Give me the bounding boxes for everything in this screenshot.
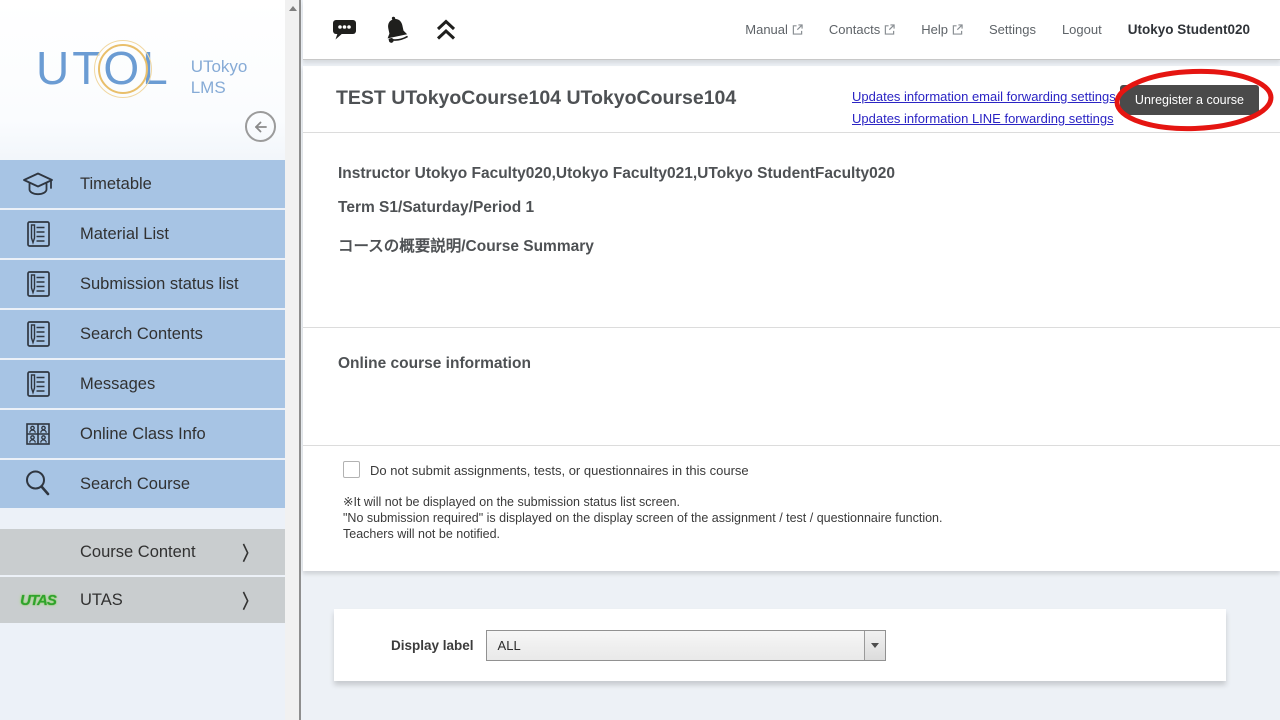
clipboard-icon bbox=[21, 269, 55, 299]
instructor-line: Instructor Utokyo Faculty020,Utokyo Facu… bbox=[338, 164, 1280, 183]
note-line: ※It will not be displayed on the submiss… bbox=[343, 494, 1280, 510]
sidebar-item-label: Submission status list bbox=[80, 275, 239, 294]
graduation-cap-icon bbox=[21, 169, 55, 199]
note-line: "No submission required" is displayed on… bbox=[343, 510, 1280, 526]
notifications-bell-button[interactable] bbox=[381, 15, 411, 45]
optout-notes: ※It will not be displayed on the submiss… bbox=[343, 494, 1280, 542]
forwarding-links: Updates information email forwarding set… bbox=[852, 89, 1116, 126]
external-link-icon bbox=[884, 24, 895, 35]
course-header-section: TEST UTokyoCourse104 UTokyoCourse104 Upd… bbox=[303, 66, 1280, 133]
sidebar-item-course-content[interactable]: Course Content 〉 bbox=[0, 529, 285, 575]
term-line: Term S1/Saturday/Period 1 bbox=[338, 198, 1280, 217]
sidebar-item-online-class-info[interactable]: Online Class Info bbox=[0, 410, 285, 458]
current-user-name: Utokyo Student020 bbox=[1128, 22, 1250, 37]
dropdown-arrow-button[interactable] bbox=[864, 631, 885, 660]
line-forwarding-settings-link[interactable]: Updates information LINE forwarding sett… bbox=[852, 111, 1116, 126]
main-area: Manual Contacts Help Settings Logout Uto… bbox=[303, 0, 1280, 720]
sidebar-item-timetable[interactable]: Timetable bbox=[0, 160, 285, 208]
sidebar-item-submission-status-list[interactable]: Submission status list bbox=[0, 260, 285, 308]
chevron-right-icon: 〉 bbox=[242, 587, 256, 614]
collapse-header-button[interactable] bbox=[434, 17, 458, 43]
display-label-select[interactable]: ALL bbox=[486, 630, 886, 661]
sidebar-item-label: Material List bbox=[80, 225, 169, 244]
content-area: TEST UTokyoCourse104 UTokyoCourse104 Upd… bbox=[303, 66, 1280, 681]
bell-icon bbox=[378, 12, 414, 48]
sidebar-item-messages[interactable]: Messages bbox=[0, 360, 285, 408]
sidebar-collapse-button[interactable] bbox=[245, 111, 276, 142]
sidebar-item-utas[interactable]: UTAS UTAS 〉 bbox=[0, 577, 285, 623]
sidebar-item-search-contents[interactable]: Search Contents bbox=[0, 310, 285, 358]
top-bar: Manual Contacts Help Settings Logout Uto… bbox=[303, 0, 1280, 60]
nav-manual[interactable]: Manual bbox=[745, 22, 803, 37]
sidebar-scrollbar[interactable] bbox=[285, 0, 301, 720]
display-label-card: Display label ALL bbox=[334, 609, 1226, 681]
note-line: Teachers will not be notified. bbox=[343, 526, 1280, 542]
sidebar-item-label: Search Contents bbox=[80, 325, 203, 344]
utol-logo-subtitle: UTokyo LMS bbox=[191, 44, 248, 98]
double-chevron-up-icon bbox=[434, 17, 458, 43]
online-class-icon bbox=[21, 419, 55, 449]
selected-value: ALL bbox=[487, 638, 521, 653]
sidebar-divider-gap bbox=[0, 510, 285, 529]
unregister-course-button[interactable]: Unregister a course bbox=[1120, 85, 1259, 115]
submission-optout-section: Do not submit assignments, tests, or que… bbox=[303, 446, 1280, 571]
sidebar-item-label: Timetable bbox=[80, 175, 152, 194]
utol-logo: UTOL UTokyo LMS bbox=[36, 44, 247, 98]
sidebar-item-search-course[interactable]: Search Course bbox=[0, 460, 285, 508]
sidebar-item-label: UTAS bbox=[80, 591, 123, 610]
online-course-info-section: Online course information bbox=[303, 328, 1280, 446]
display-label-text: Display label bbox=[391, 638, 474, 653]
chat-bubble-icon bbox=[331, 17, 358, 42]
do-not-submit-checkbox[interactable] bbox=[343, 461, 360, 478]
external-link-icon bbox=[792, 24, 803, 35]
course-summary-heading: コースの概要説明/Course Summary bbox=[338, 237, 1280, 256]
clipboard-icon bbox=[21, 369, 55, 399]
arrow-left-icon bbox=[252, 118, 270, 136]
do-not-submit-label: Do not submit assignments, tests, or que… bbox=[370, 461, 749, 478]
sidebar-item-label: Online Class Info bbox=[80, 425, 206, 444]
clipboard-icon bbox=[21, 219, 55, 249]
nav-contacts[interactable]: Contacts bbox=[829, 22, 895, 37]
utol-logo-text: UTOL bbox=[36, 44, 171, 92]
sidebar-menu: Timetable Material List Submission sta bbox=[0, 160, 285, 625]
sidebar-item-label: Search Course bbox=[80, 475, 190, 494]
course-title: TEST UTokyoCourse104 UTokyoCourse104 bbox=[336, 87, 736, 110]
sidebar-item-material-list[interactable]: Material List bbox=[0, 210, 285, 258]
messages-chat-button[interactable] bbox=[331, 17, 358, 42]
email-forwarding-settings-link[interactable]: Updates information email forwarding set… bbox=[852, 89, 1116, 104]
optout-checkbox-row: Do not submit assignments, tests, or que… bbox=[343, 461, 1280, 478]
topbar-quick-icons bbox=[331, 15, 458, 45]
utol-logo-o-ring: O bbox=[103, 44, 142, 92]
course-info-section: Instructor Utokyo Faculty020,Utokyo Facu… bbox=[303, 133, 1280, 328]
chevron-right-icon: 〉 bbox=[242, 539, 256, 566]
utas-logo-icon: UTAS bbox=[21, 592, 55, 609]
clipboard-icon bbox=[21, 319, 55, 349]
sidebar: UTOL UTokyo LMS Timetable bbox=[0, 0, 285, 720]
nav-logout[interactable]: Logout bbox=[1062, 22, 1102, 37]
chevron-down-icon bbox=[871, 643, 879, 652]
nav-help[interactable]: Help bbox=[921, 22, 963, 37]
course-card: TEST UTokyoCourse104 UTokyoCourse104 Upd… bbox=[303, 66, 1280, 571]
search-icon bbox=[21, 468, 55, 500]
sidebar-item-label: Course Content bbox=[80, 543, 196, 562]
nav-settings[interactable]: Settings bbox=[989, 22, 1036, 37]
online-course-info-heading: Online course information bbox=[338, 355, 1280, 373]
topbar-nav: Manual Contacts Help Settings Logout Uto… bbox=[745, 22, 1250, 37]
external-link-icon bbox=[952, 24, 963, 35]
sidebar-item-label: Messages bbox=[80, 375, 155, 394]
scrollbar-up-arrow-icon[interactable] bbox=[289, 6, 297, 11]
